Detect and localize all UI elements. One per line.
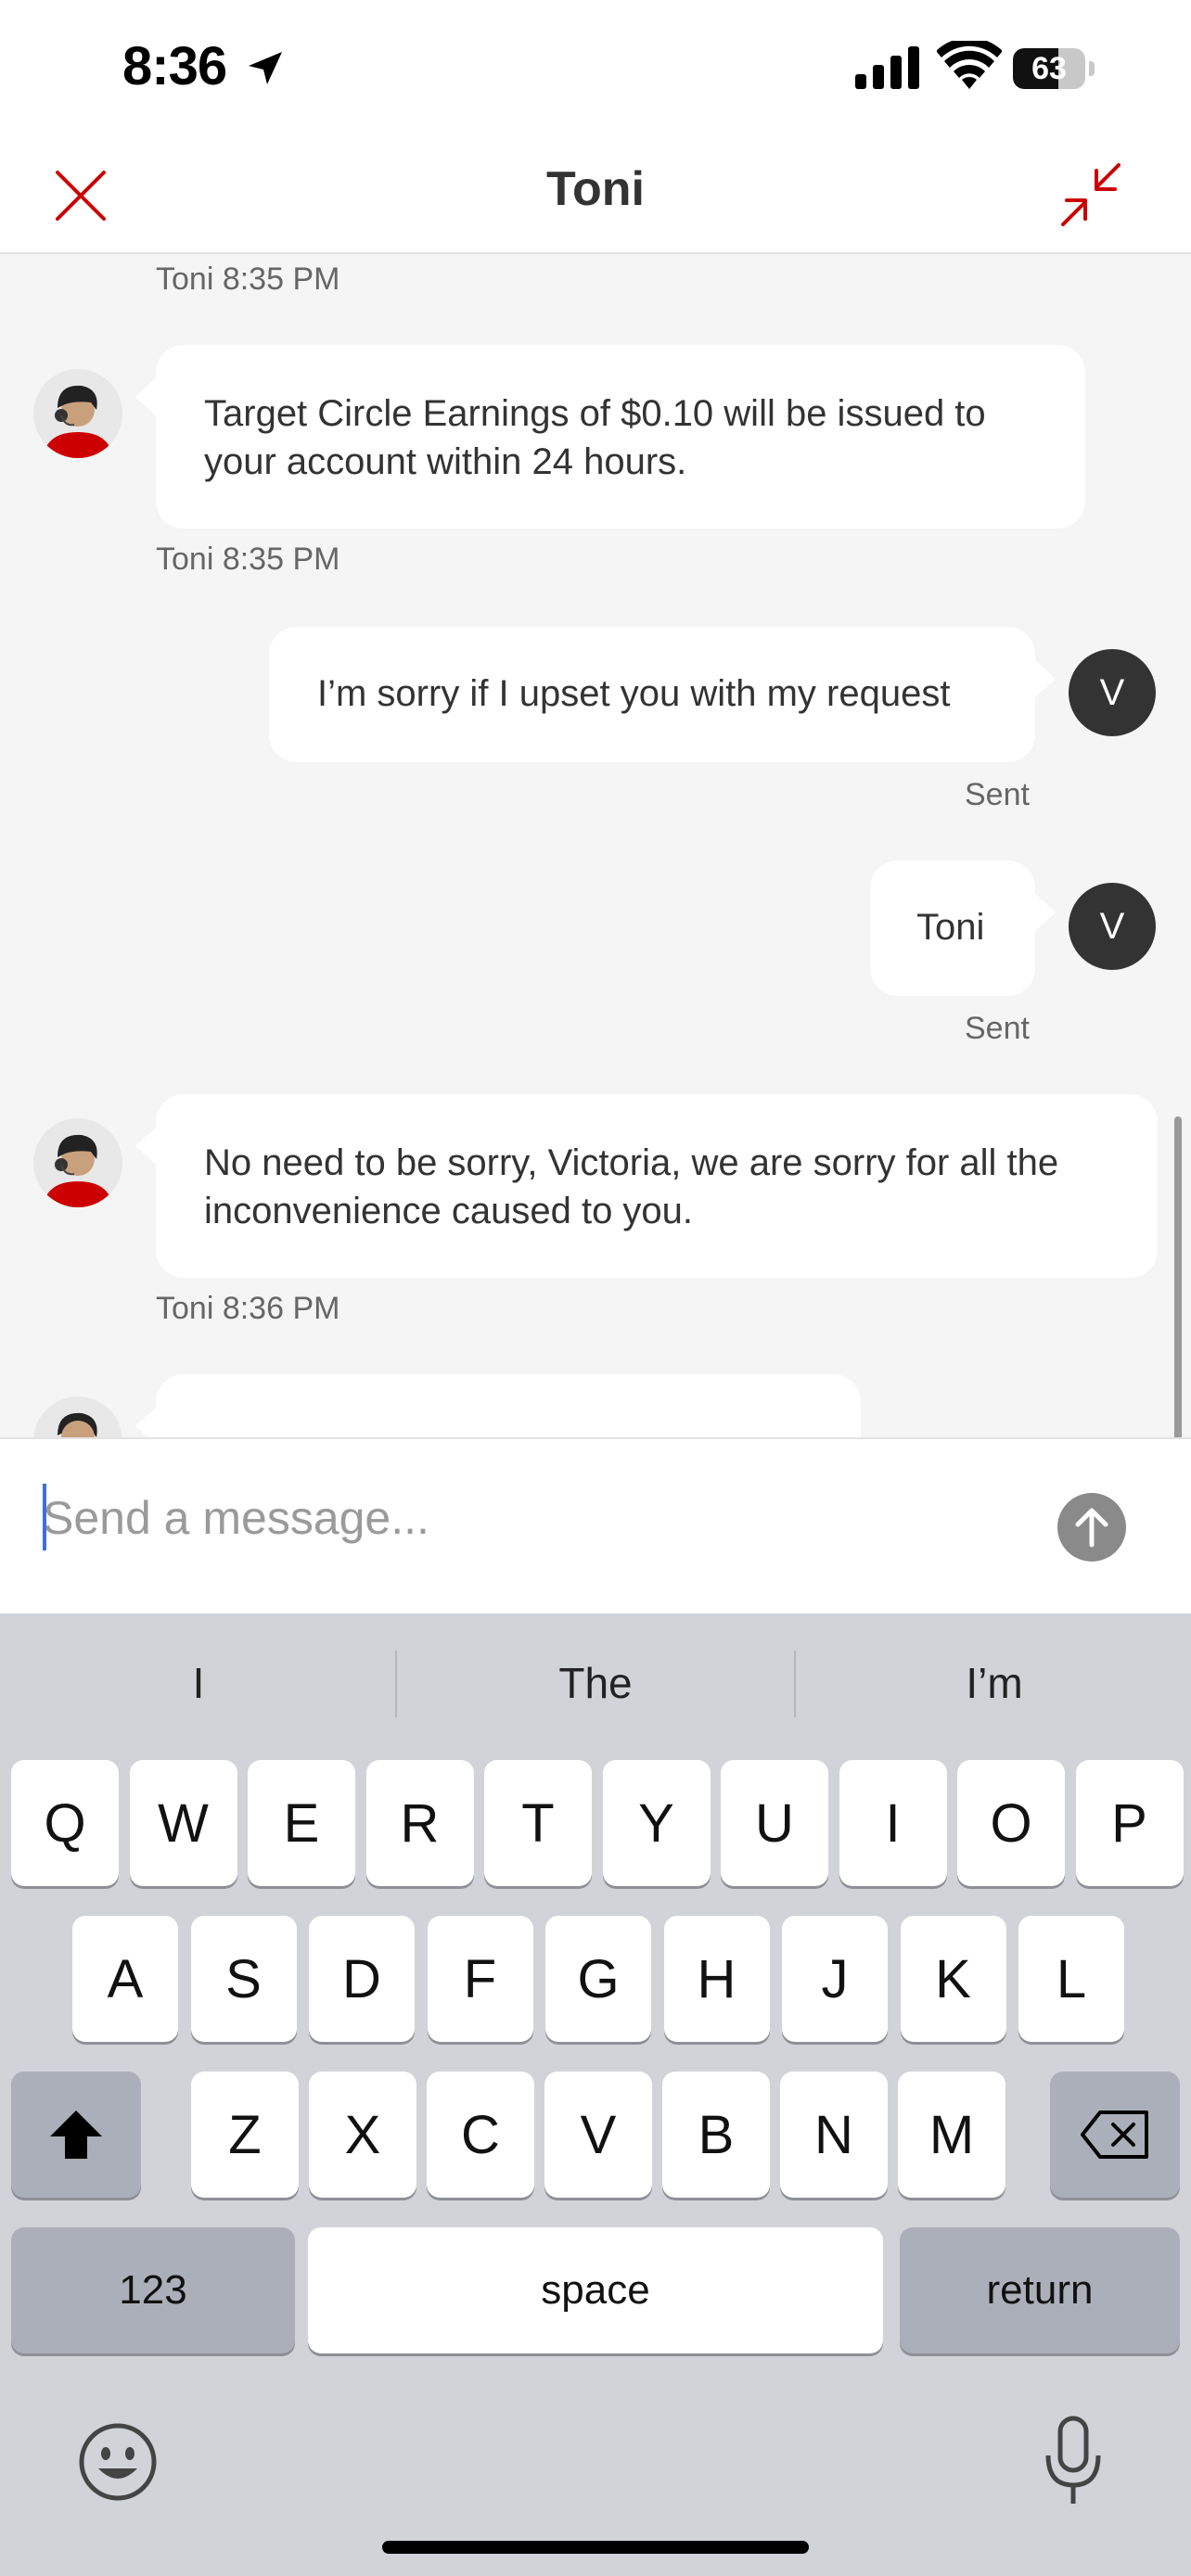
message-text: Toni (916, 907, 985, 948)
key-h[interactable]: H (663, 1916, 770, 2042)
key-t[interactable]: T (484, 1760, 592, 1886)
home-indicator (382, 2541, 809, 2554)
backspace-icon (1081, 2111, 1148, 2159)
arrow-up-icon (1075, 1508, 1108, 1548)
key-g[interactable]: G (545, 1916, 651, 2042)
message-meta: Toni 8:35 PM (156, 542, 340, 577)
message-line: No need to be sorry, Victoria, we are so… (204, 1142, 1059, 1183)
shift-icon (50, 2111, 102, 2159)
key-l[interactable]: L (1018, 1916, 1124, 2042)
message-line: inconvenience caused to you. (204, 1191, 694, 1231)
location-arrow-icon (249, 52, 282, 84)
agent-avatar (33, 1118, 122, 1207)
page-title: Toni (546, 162, 645, 216)
agent-avatar (33, 1396, 122, 1437)
message-input[interactable] (43, 1476, 1007, 1560)
key-b[interactable]: B (662, 2072, 770, 2198)
message-status: Sent (965, 777, 1030, 812)
battery-percent: 63 (1031, 51, 1067, 86)
key-f[interactable]: F (427, 1916, 533, 2042)
status-time: 8:36 (122, 36, 227, 96)
key-m[interactable]: M (898, 2072, 1005, 2198)
text-cursor (43, 1484, 46, 1550)
key-z[interactable]: Z (191, 2072, 299, 2198)
suggestion-3[interactable]: I’m (809, 1658, 1180, 1708)
key-y[interactable]: Y (602, 1760, 711, 1886)
key-e[interactable]: E (248, 1760, 355, 1886)
chat-transcript[interactable]: Toni 8:35 PM Target Circle Earnings of $… (0, 254, 1191, 1437)
space-key[interactable]: space (308, 2227, 883, 2353)
key-k[interactable]: K (900, 1916, 1006, 2042)
message-text: I’m sorry if I upset you with my request (317, 673, 951, 714)
emoji-icon[interactable] (76, 2420, 160, 2504)
key-d[interactable]: D (309, 1916, 415, 2042)
agent-avatar (33, 369, 122, 458)
shift-key[interactable] (11, 2072, 141, 2198)
cellular-signal-icon (855, 46, 919, 89)
key-w[interactable]: W (129, 1760, 237, 1886)
delete-key[interactable] (1050, 2072, 1180, 2198)
message-status: Sent (965, 1011, 1030, 1046)
keyboard: I The I’m QWERTYUIOP ASDFGHJKL ZXCVBNM 1… (0, 1613, 1191, 2576)
key-j[interactable]: J (782, 1916, 888, 2042)
key-o[interactable]: O (957, 1760, 1065, 1886)
agent-message: Target Circle Earnings of $0.10 will be … (135, 345, 1085, 529)
key-i[interactable]: I (839, 1760, 947, 1886)
key-r[interactable]: R (365, 1760, 474, 1886)
key-n[interactable]: N (780, 2072, 888, 2198)
message-meta: Toni 8:36 PM (156, 1291, 340, 1326)
message-line: your account within 24 hours. (204, 441, 687, 482)
send-button[interactable] (1057, 1493, 1126, 1562)
user-message: Toni (870, 861, 1056, 996)
suggestion-divider (794, 1651, 796, 1717)
microphone-icon[interactable] (1043, 2415, 1104, 2507)
minimize-icon[interactable] (1054, 158, 1128, 232)
suggestion-2[interactable]: The (410, 1658, 781, 1708)
user-avatar: V (1069, 883, 1156, 970)
chat-header: Toni (0, 139, 1191, 254)
key-x[interactable]: X (309, 2072, 416, 2198)
key-u[interactable]: U (721, 1760, 828, 1886)
return-key[interactable]: return (900, 2227, 1180, 2353)
key-s[interactable]: S (190, 1916, 297, 2042)
numbers-key[interactable]: 123 (11, 2227, 295, 2353)
key-a[interactable]: A (72, 1916, 178, 2042)
user-avatar: V (1069, 649, 1156, 736)
status-bar: 8:36 63 (0, 0, 1191, 139)
suggestion-divider (395, 1651, 397, 1717)
agent-message-partial (135, 1374, 861, 1437)
message-meta: Toni 8:35 PM (156, 261, 340, 297)
chat-scrollbar[interactable] (1174, 1116, 1182, 1437)
key-v[interactable]: V (544, 2072, 652, 2198)
message-line: Target Circle Earnings of $0.10 will be … (204, 393, 986, 434)
wifi-icon (937, 41, 1002, 89)
key-c[interactable]: C (427, 2072, 534, 2198)
battery-indicator: 63 (1013, 48, 1095, 89)
user-message: I’m sorry if I upset you with my request (269, 627, 1056, 762)
message-composer (0, 1437, 1191, 1613)
suggestion-1[interactable]: I (13, 1658, 384, 1708)
key-p[interactable]: P (1075, 1760, 1184, 1886)
agent-message: No need to be sorry, Victoria, we are so… (135, 1094, 1158, 1278)
key-q[interactable]: Q (11, 1760, 119, 1886)
